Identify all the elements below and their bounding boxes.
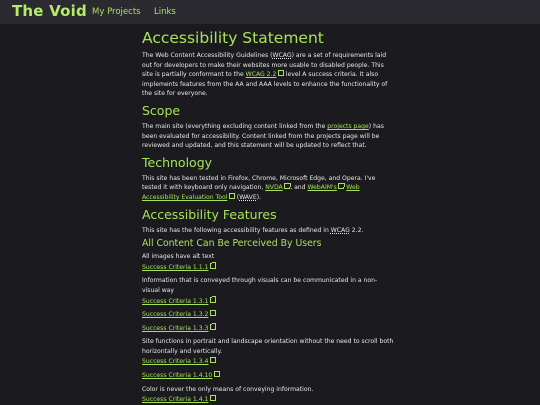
criteria-description: Information that is conveyed through vis… <box>142 277 378 294</box>
criteria-description: All images have alt text <box>142 253 215 261</box>
external-link-icon <box>209 323 217 330</box>
external-link-icon <box>338 182 345 190</box>
success-criteria-1-3-4-link[interactable]: Success Criteria 1.3.4 <box>142 358 208 365</box>
main-content: Accessibility Statement The Web Content … <box>142 28 394 405</box>
nvda-link[interactable]: NVDA <box>265 184 282 191</box>
success-criteria-1-3-2-link[interactable]: Success Criteria 1.3.2 <box>142 311 208 318</box>
success-criteria-1-4-1-link[interactable]: Success Criteria 1.4.1 <box>142 396 208 403</box>
intro-paragraph: The Web Content Accessibility Guidelines… <box>142 52 388 98</box>
features-paragraph: This site has the following accessibilit… <box>142 226 364 234</box>
external-link-icon <box>209 262 217 269</box>
external-link-icon <box>213 370 221 378</box>
projects-page-link[interactable]: projects page <box>327 123 368 130</box>
criteria-item: Success Criteria 1.4.1 <box>142 394 394 405</box>
wave-abbr: WAVE <box>239 193 257 201</box>
external-link-icon <box>284 182 291 190</box>
external-link-icon <box>228 192 236 199</box>
top-nav: The Void My Projects Links <box>0 0 540 24</box>
nav-link-links[interactable]: Links <box>154 7 176 17</box>
scope-heading: Scope <box>142 102 181 118</box>
external-link-icon <box>277 69 285 77</box>
site-brand[interactable]: The Void <box>12 2 87 20</box>
criteria-description: Color is never the only means of conveyi… <box>142 385 314 393</box>
criteria-item: Success Criteria 1.3.2 <box>142 309 394 320</box>
criteria-item: Success Criteria 1.4.10 <box>142 370 394 381</box>
technology-paragraph: This site has been tested in Firefox, Ch… <box>142 174 376 201</box>
page-title: Accessibility Statement <box>142 29 324 47</box>
success-criteria-1-3-1-link[interactable]: Success Criteria 1.3.1 <box>142 298 208 305</box>
criteria-description: Site functions in portrait and landscape… <box>142 338 394 355</box>
nav-link-my-projects[interactable]: My Projects <box>92 7 141 17</box>
external-link-icon <box>209 309 217 317</box>
scope-paragraph: The main site (everything excluding cont… <box>142 122 384 150</box>
criteria-item: Success Criteria 1.3.3 <box>142 323 394 334</box>
criteria-item: Success Criteria 1.1.1 <box>142 262 394 273</box>
external-link-icon <box>209 296 217 303</box>
wcag-2-2-link[interactable]: WCAG 2.2 <box>246 71 277 78</box>
success-criteria-1-3-3-link[interactable]: Success Criteria 1.3.3 <box>142 325 208 332</box>
external-link-icon <box>209 357 217 364</box>
wcag-abbr: WCAG <box>330 226 350 234</box>
criteria-item: Success Criteria 1.3.1 <box>142 296 394 307</box>
technology-heading: Technology <box>142 154 213 170</box>
webaim-link[interactable]: WebAIM's <box>307 184 336 191</box>
criteria-item: Success Criteria 1.3.4 <box>142 357 394 367</box>
perceived-heading: All Content Can Be Perceived By Users <box>142 238 322 250</box>
success-criteria-1-4-10-link[interactable]: Success Criteria 1.4.10 <box>142 372 212 379</box>
external-link-icon <box>209 394 217 402</box>
success-criteria-1-1-1-link[interactable]: Success Criteria 1.1.1 <box>142 264 208 271</box>
wcag-abbr: WCAG <box>272 52 292 59</box>
accessibility-features-heading: Accessibility Features <box>142 206 277 222</box>
